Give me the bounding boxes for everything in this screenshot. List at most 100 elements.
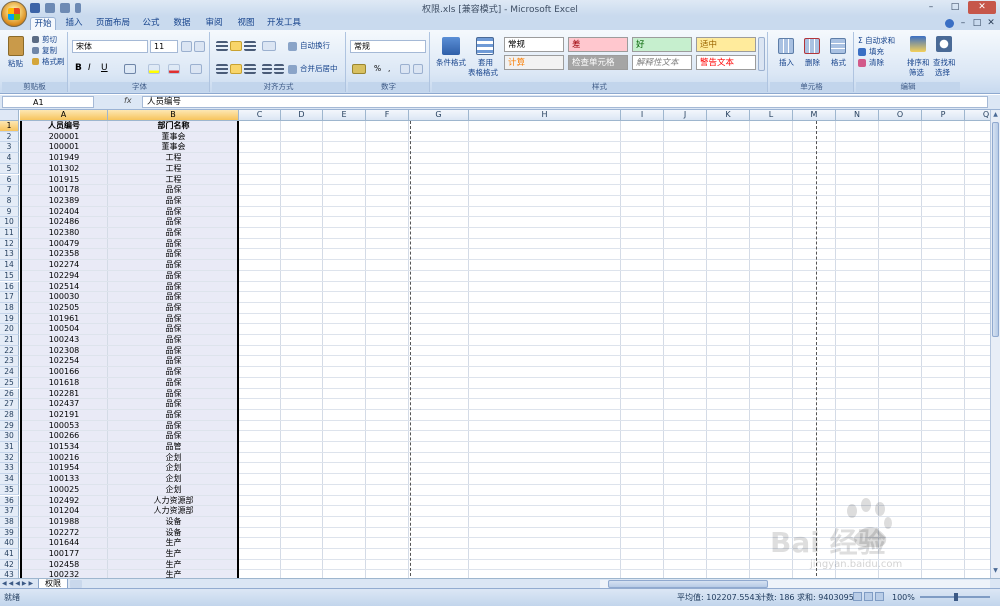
row-header[interactable]: 21 bbox=[0, 335, 19, 346]
style-calculation[interactable]: 计算 bbox=[504, 55, 564, 70]
cell-employee-id[interactable]: 100025 bbox=[20, 485, 108, 496]
align-right-icon[interactable] bbox=[244, 64, 256, 74]
name-box[interactable]: A1 bbox=[2, 96, 94, 108]
help-icon[interactable] bbox=[945, 19, 954, 28]
cell-department[interactable]: 品保 bbox=[108, 196, 239, 207]
cell-employee-id[interactable]: 102274 bbox=[20, 260, 108, 271]
column-header-i[interactable]: I bbox=[621, 110, 664, 121]
align-middle-icon[interactable] bbox=[230, 41, 242, 51]
column-header-j[interactable]: J bbox=[664, 110, 707, 121]
style-neutral[interactable]: 适中 bbox=[696, 37, 756, 52]
sort-filter-button[interactable]: 排序和 bbox=[907, 58, 930, 68]
tab-data[interactable]: 数据 bbox=[171, 17, 193, 30]
style-check-cell[interactable]: 检查单元格 bbox=[568, 55, 628, 70]
vertical-scrollbar[interactable]: ▲ ▼ bbox=[990, 110, 1000, 578]
align-bottom-icon[interactable] bbox=[244, 41, 256, 51]
column-header-l[interactable]: L bbox=[750, 110, 793, 121]
cell-department[interactable]: 品保 bbox=[108, 378, 239, 389]
cell-department[interactable]: 品保 bbox=[108, 367, 239, 378]
grow-font-icon[interactable] bbox=[181, 41, 192, 52]
cell-employee-id[interactable]: 102308 bbox=[20, 346, 108, 357]
style-explanatory[interactable]: 解释性文本 bbox=[632, 55, 692, 70]
cell-department[interactable]: 品保 bbox=[108, 431, 239, 442]
font-name-select[interactable]: 宋体 bbox=[72, 40, 148, 53]
header-cell-a1[interactable]: 人员编号 bbox=[20, 121, 108, 132]
horizontal-scroll-thumb[interactable] bbox=[608, 580, 768, 588]
cell-employee-id[interactable]: 100178 bbox=[20, 185, 108, 196]
phonetic-icon[interactable] bbox=[190, 64, 202, 74]
column-header-d[interactable]: D bbox=[281, 110, 323, 121]
increase-indent-icon[interactable] bbox=[274, 64, 284, 74]
page-break-view-icon[interactable] bbox=[875, 592, 884, 601]
row-header[interactable]: 22 bbox=[0, 345, 19, 357]
row-header[interactable]: 1 bbox=[0, 121, 19, 132]
row-header[interactable]: 26 bbox=[0, 388, 19, 400]
cell-department[interactable]: 品保 bbox=[108, 389, 239, 400]
cell-department[interactable]: 品保 bbox=[108, 346, 239, 357]
column-header-k[interactable]: K bbox=[707, 110, 750, 121]
decrease-indent-icon[interactable] bbox=[262, 64, 272, 74]
paste-icon[interactable] bbox=[8, 36, 24, 56]
cell-department[interactable]: 品保 bbox=[108, 217, 239, 228]
row-header[interactable]: 38 bbox=[0, 516, 19, 528]
workbook-restore-button[interactable]: □ bbox=[972, 17, 982, 30]
cell-department[interactable]: 品保 bbox=[108, 228, 239, 239]
cell-employee-id[interactable]: 101302 bbox=[20, 164, 108, 175]
row-header[interactable]: 33 bbox=[0, 463, 19, 475]
cell-employee-id[interactable]: 102458 bbox=[20, 560, 108, 571]
cell-employee-id[interactable]: 100232 bbox=[20, 570, 108, 578]
cell-employee-id[interactable]: 100177 bbox=[20, 549, 108, 560]
row-header[interactable]: 36 bbox=[0, 495, 19, 507]
insert-sheet-icon[interactable] bbox=[70, 580, 82, 588]
cell-department[interactable]: 品保 bbox=[108, 239, 239, 250]
row-header[interactable]: 2 bbox=[0, 131, 19, 143]
conditional-format-button[interactable]: 条件格式 bbox=[436, 58, 466, 68]
cell-employee-id[interactable]: 102437 bbox=[20, 399, 108, 410]
row-header[interactable]: 25 bbox=[0, 377, 19, 389]
merge-center-button[interactable]: 合并后居中 bbox=[300, 64, 338, 74]
cell-department[interactable]: 品管 bbox=[108, 442, 239, 453]
tab-home[interactable]: 开始 bbox=[30, 17, 56, 30]
cell-employee-id[interactable]: 102505 bbox=[20, 303, 108, 314]
column-header-a[interactable]: A bbox=[20, 110, 108, 121]
column-header-p[interactable]: P bbox=[922, 110, 965, 121]
cell-department[interactable]: 品保 bbox=[108, 292, 239, 303]
formula-input[interactable]: 人员编号 bbox=[142, 96, 988, 108]
column-header-e[interactable]: E bbox=[323, 110, 366, 121]
cell-department[interactable]: 品保 bbox=[108, 324, 239, 335]
comma-button[interactable]: , bbox=[388, 64, 390, 74]
style-warning[interactable]: 警告文本 bbox=[696, 55, 756, 70]
row-header[interactable]: 23 bbox=[0, 356, 19, 368]
row-header[interactable]: 39 bbox=[0, 527, 19, 539]
cell-department[interactable]: 设备 bbox=[108, 528, 239, 539]
column-header-h[interactable]: H bbox=[469, 110, 621, 121]
cell-employee-id[interactable]: 100216 bbox=[20, 453, 108, 464]
format-painter-button[interactable]: 格式刷 bbox=[42, 57, 65, 67]
fill-color-icon[interactable] bbox=[148, 64, 160, 74]
underline-button[interactable]: U bbox=[101, 63, 108, 73]
cell-department[interactable]: 品保 bbox=[108, 410, 239, 421]
column-header-n[interactable]: N bbox=[836, 110, 879, 121]
tab-insert[interactable]: 插入 bbox=[62, 17, 86, 30]
row-header[interactable]: 40 bbox=[0, 538, 19, 549]
cell-department[interactable]: 设备 bbox=[108, 517, 239, 528]
cell-department[interactable]: 品保 bbox=[108, 421, 239, 432]
row-header[interactable]: 17 bbox=[0, 292, 19, 303]
scroll-up-icon[interactable]: ▲ bbox=[991, 110, 1000, 120]
column-header-q[interactable]: Q bbox=[965, 110, 990, 121]
cell-employee-id[interactable]: 100266 bbox=[20, 431, 108, 442]
cell-employee-id[interactable]: 102358 bbox=[20, 249, 108, 260]
insert-function-button[interactable]: fx bbox=[124, 96, 140, 108]
cell-department[interactable]: 品保 bbox=[108, 207, 239, 218]
font-size-select[interactable]: 11 bbox=[150, 40, 178, 53]
row-header[interactable]: 19 bbox=[0, 313, 19, 325]
cell-department[interactable]: 生产 bbox=[108, 570, 239, 578]
delete-cells-button[interactable]: 删除 bbox=[805, 58, 820, 68]
scroll-down-icon[interactable]: ▼ bbox=[991, 566, 1000, 576]
font-color-icon[interactable] bbox=[168, 64, 180, 74]
align-center-icon[interactable] bbox=[230, 64, 242, 74]
row-header[interactable]: 7 bbox=[0, 185, 19, 196]
cell-employee-id[interactable]: 102272 bbox=[20, 528, 108, 539]
cell-employee-id[interactable]: 102294 bbox=[20, 271, 108, 282]
worksheet-grid[interactable]: ABCDEFGHIJKLMNOPQR 123456789101112131415… bbox=[0, 110, 990, 578]
